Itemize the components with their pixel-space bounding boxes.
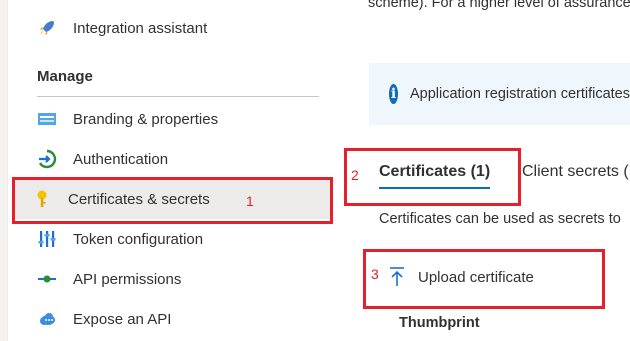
section-label-manage: Manage xyxy=(37,68,93,85)
sidebar-item-integration-assistant[interactable]: Integration assistant xyxy=(37,8,207,48)
branding-icon xyxy=(37,109,57,129)
sidebar-edge xyxy=(0,0,8,341)
sidebar-item-label: Integration assistant xyxy=(73,19,208,37)
info-banner-text: Application registration certificates xyxy=(409,86,630,102)
annotation-box-3 xyxy=(363,249,605,309)
column-header-thumbprint[interactable]: Thumbprint xyxy=(399,315,480,331)
rocket-icon xyxy=(37,18,57,38)
sidebar-item-label: Expose an API xyxy=(73,310,172,328)
sidebar-item-authentication[interactable]: Authentication xyxy=(37,139,168,179)
info-banner: i Application registration certificates xyxy=(369,63,630,125)
sidebar-item-api-permissions[interactable]: API permissions xyxy=(37,259,181,299)
annotation-box-2 xyxy=(344,148,521,206)
sidebar-item-label: Branding & properties xyxy=(73,110,219,128)
cloud-icon xyxy=(37,309,57,329)
authentication-icon xyxy=(37,149,57,169)
sidebar-item-branding[interactable]: Branding & properties xyxy=(37,99,218,139)
sidebar-item-label: Token configuration xyxy=(73,230,204,248)
annotation-box-1 xyxy=(12,177,333,224)
sidebar-item-expose-api[interactable]: Expose an API xyxy=(37,299,171,339)
sidebar-item-token-configuration[interactable]: Token configuration xyxy=(37,219,203,259)
annotation-number-1: 1 xyxy=(246,193,254,209)
annotation-number-2: 2 xyxy=(351,167,359,183)
certificates-description: Certificates can be used as secrets to xyxy=(379,211,621,227)
token-config-icon xyxy=(37,229,57,249)
tab-client-secrets[interactable]: Client secrets ( xyxy=(522,163,629,181)
description-text-top: scheme). For a higher level of assurance xyxy=(368,0,630,11)
sidebar-item-label: Authentication xyxy=(73,150,169,168)
info-icon: i xyxy=(389,84,398,104)
section-divider xyxy=(37,96,319,97)
api-permissions-icon xyxy=(37,269,57,289)
annotation-number-3: 3 xyxy=(371,266,379,282)
sidebar-item-label: API permissions xyxy=(73,270,182,288)
